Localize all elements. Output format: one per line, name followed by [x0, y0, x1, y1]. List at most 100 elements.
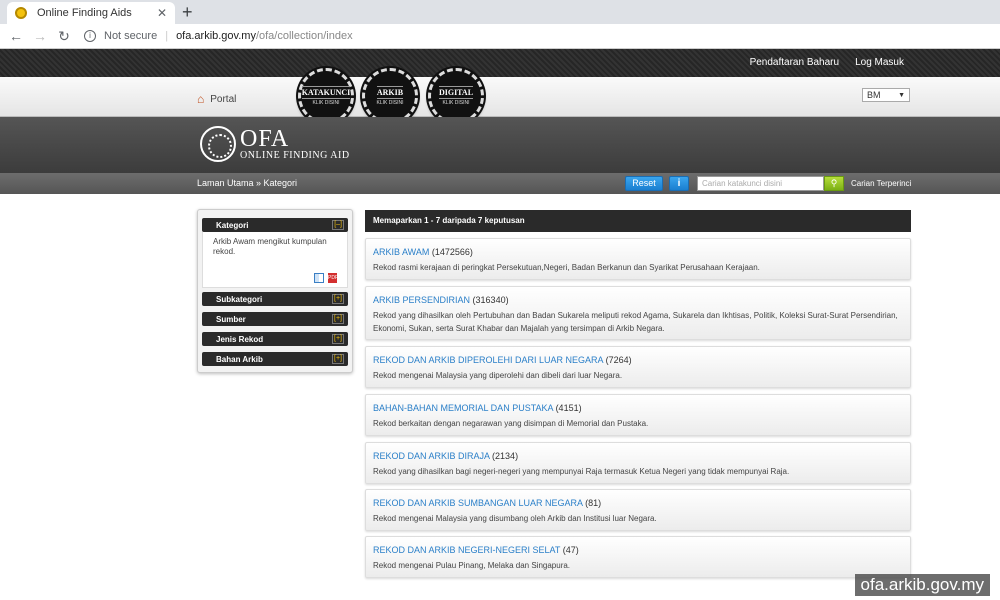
result-link[interactable]: ARKIB PERSENDIRIAN [373, 295, 470, 305]
panel-kategori-header[interactable]: Kategori [–] [202, 218, 348, 232]
panel-bahan-arkib-header[interactable]: Bahan Arkib [+] [202, 352, 348, 366]
filter-sidebar: Kategori [–] Arkib Awam mengikut kumpula… [197, 209, 353, 373]
digital-label: DIGITAL [438, 86, 474, 99]
panel-description: Arkib Awam mengikut kumpulan rekod. [213, 237, 327, 256]
result-item: REKOD DAN ARKIB SUMBANGAN LUAR NEGARA (8… [365, 489, 911, 531]
browser-tab-bar: Online Finding Aids ✕ + [0, 0, 1000, 24]
panel-title: Subkategori [216, 294, 263, 304]
result-link[interactable]: ARKIB AWAM [373, 247, 429, 257]
site-watermark: ofa.arkib.gov.my [854, 574, 990, 596]
arkib-sublabel: KLIK DISINI [376, 100, 404, 106]
result-title-row: BAHAN-BAHAN MEMORIAL DAN PUSTAKA (4151) [373, 403, 903, 413]
url-separator: | [165, 30, 169, 42]
katakunci-label: KATAKUNCI [301, 86, 351, 99]
result-title-row: REKOD DAN ARKIB DIRAJA (2134) [373, 451, 903, 461]
expand-toggle[interactable]: [+] [332, 354, 344, 364]
result-item: REKOD DAN ARKIB DIRAJA (2134) Rekod yang… [365, 442, 911, 484]
result-title-row: ARKIB AWAM (1472566) [373, 247, 903, 257]
result-count: (47) [562, 545, 579, 555]
panel-title: Kategori [216, 220, 249, 230]
logo-title: OFA [240, 125, 290, 152]
export-icons: PDF [314, 273, 338, 283]
expand-toggle[interactable]: [+] [332, 334, 344, 344]
top-strip: Pendaftaran Baharu Log Masuk [0, 49, 1000, 77]
site-favicon-icon [15, 7, 27, 19]
pdf-icon[interactable]: PDF [328, 273, 338, 283]
digital-button[interactable]: DIGITAL KLIK DISINI [428, 68, 484, 124]
result-link[interactable]: REKOD DAN ARKIB DIPEROLEHI DARI LUAR NEG… [373, 355, 603, 365]
portal-link[interactable]: ⌂ Portal [197, 92, 236, 106]
result-count: (7264) [605, 355, 632, 365]
result-link[interactable]: REKOD DAN ARKIB SUMBANGAN LUAR NEGARA [373, 498, 583, 508]
arkib-button[interactable]: ARKIB KLIK DISINI [362, 68, 418, 124]
result-title-row: REKOD DAN ARKIB NEGERI-NEGERI SELAT (47) [373, 545, 903, 555]
reload-icon[interactable]: ↻ [52, 28, 76, 45]
panel-jenis-rekod-header[interactable]: Jenis Rekod [+] [202, 332, 348, 346]
forward-arrow-icon[interactable]: → [28, 28, 52, 44]
panel-kategori-body: Arkib Awam mengikut kumpulan rekod. PDF [202, 232, 348, 288]
login-link[interactable]: Log Masuk [855, 57, 904, 68]
home-icon: ⌂ [197, 92, 205, 106]
panel-sumber-header[interactable]: Sumber [+] [202, 312, 348, 326]
logo-text: OFA ONLINE FINDING AID [240, 125, 350, 161]
register-link[interactable]: Pendaftaran Baharu [750, 57, 840, 68]
search-input[interactable] [697, 176, 824, 191]
result-count: (316340) [472, 295, 509, 305]
search-icon: ⚲ [830, 178, 838, 188]
info-icon[interactable]: i [84, 30, 96, 42]
katakunci-button[interactable]: KATAKUNCI KLIK DISINI [298, 68, 354, 124]
reset-button[interactable]: Reset [625, 176, 663, 191]
result-item: REKOD DAN ARKIB DIPEROLEHI DARI LUAR NEG… [365, 346, 911, 388]
result-title-row: ARKIB PERSENDIRIAN (316340) [373, 295, 903, 305]
result-item: REKOD DAN ARKIB NEGERI-NEGERI SELAT (47)… [365, 536, 911, 578]
result-description: Rekod mengenai Malaysia yang disumbang o… [373, 514, 657, 523]
portal-label: Portal [210, 93, 237, 105]
chevron-down-icon: ▼ [898, 91, 905, 99]
tab-title: Online Finding Aids [37, 7, 132, 19]
result-count: (2134) [492, 451, 519, 461]
close-tab-icon[interactable]: ✕ [157, 6, 167, 20]
panel-subkategori-header[interactable]: Subkategori [+] [202, 292, 348, 306]
seal-icon [200, 126, 236, 162]
top-links: Pendaftaran Baharu Log Masuk [750, 57, 904, 68]
katakunci-sublabel: KLIK DISINI [312, 100, 340, 106]
results-summary: Memaparkan 1 - 7 daripada 7 keputusan [365, 210, 911, 232]
url-host: ofa.arkib.gov.my [176, 30, 256, 42]
new-tab-icon[interactable]: + [182, 2, 193, 22]
result-description: Rekod yang dihasilkan oleh Pertubuhan da… [373, 311, 898, 333]
result-count: (1472566) [431, 247, 473, 257]
url-path: /ofa/collection/index [255, 30, 353, 42]
panel-title: Sumber [216, 314, 246, 324]
collapse-toggle[interactable]: [–] [332, 220, 344, 230]
expand-toggle[interactable]: [+] [332, 314, 344, 324]
result-title-row: REKOD DAN ARKIB SUMBANGAN LUAR NEGARA (8… [373, 498, 903, 508]
ofa-logo[interactable]: OFA ONLINE FINDING AID [200, 126, 350, 162]
arkib-label: ARKIB [376, 86, 404, 99]
result-description: Rekod mengenai Malaysia yang diperolehi … [373, 371, 623, 380]
breadcrumb[interactable]: Laman Utama » Kategori [197, 178, 297, 188]
expand-toggle[interactable]: [+] [332, 294, 344, 304]
info-button[interactable]: i [669, 176, 689, 191]
result-item: ARKIB AWAM (1472566) Rekod rasmi kerajaa… [365, 238, 911, 280]
language-select[interactable]: BM ▼ [862, 88, 910, 102]
result-description: Rekod mengenai Pulau Pinang, Melaka dan … [373, 561, 571, 570]
back-arrow-icon[interactable]: ← [4, 28, 28, 44]
result-item: BAHAN-BAHAN MEMORIAL DAN PUSTAKA (4151) … [365, 394, 911, 436]
address-bar: ← → ↻ i Not secure | ofa.arkib.gov.my /o… [0, 24, 1000, 49]
panel-title: Jenis Rekod [216, 334, 264, 344]
table-view-icon[interactable] [314, 273, 324, 283]
result-link[interactable]: REKOD DAN ARKIB NEGERI-NEGERI SELAT [373, 545, 560, 555]
logo-band: OFA ONLINE FINDING AID [0, 117, 1000, 173]
search-bar: Laman Utama » Kategori Reset i ⚲ Carian … [0, 173, 1000, 194]
result-link[interactable]: BAHAN-BAHAN MEMORIAL DAN PUSTAKA [373, 403, 553, 413]
result-description: Rekod berkaitan dengan negarawan yang di… [373, 419, 649, 428]
result-item: ARKIB PERSENDIRIAN (316340) Rekod yang d… [365, 286, 911, 340]
advanced-search-link[interactable]: Carian Terperinci [851, 179, 911, 188]
url-field[interactable]: i Not secure | ofa.arkib.gov.my /ofa/col… [84, 27, 353, 46]
result-description: Rekod yang dihasilkan bagi negeri-negeri… [373, 467, 790, 476]
search-button[interactable]: ⚲ [824, 176, 844, 191]
result-link[interactable]: REKOD DAN ARKIB DIRAJA [373, 451, 490, 461]
panel-title: Bahan Arkib [216, 354, 263, 364]
result-count: (4151) [555, 403, 582, 413]
browser-tab[interactable]: Online Finding Aids ✕ [7, 2, 175, 24]
